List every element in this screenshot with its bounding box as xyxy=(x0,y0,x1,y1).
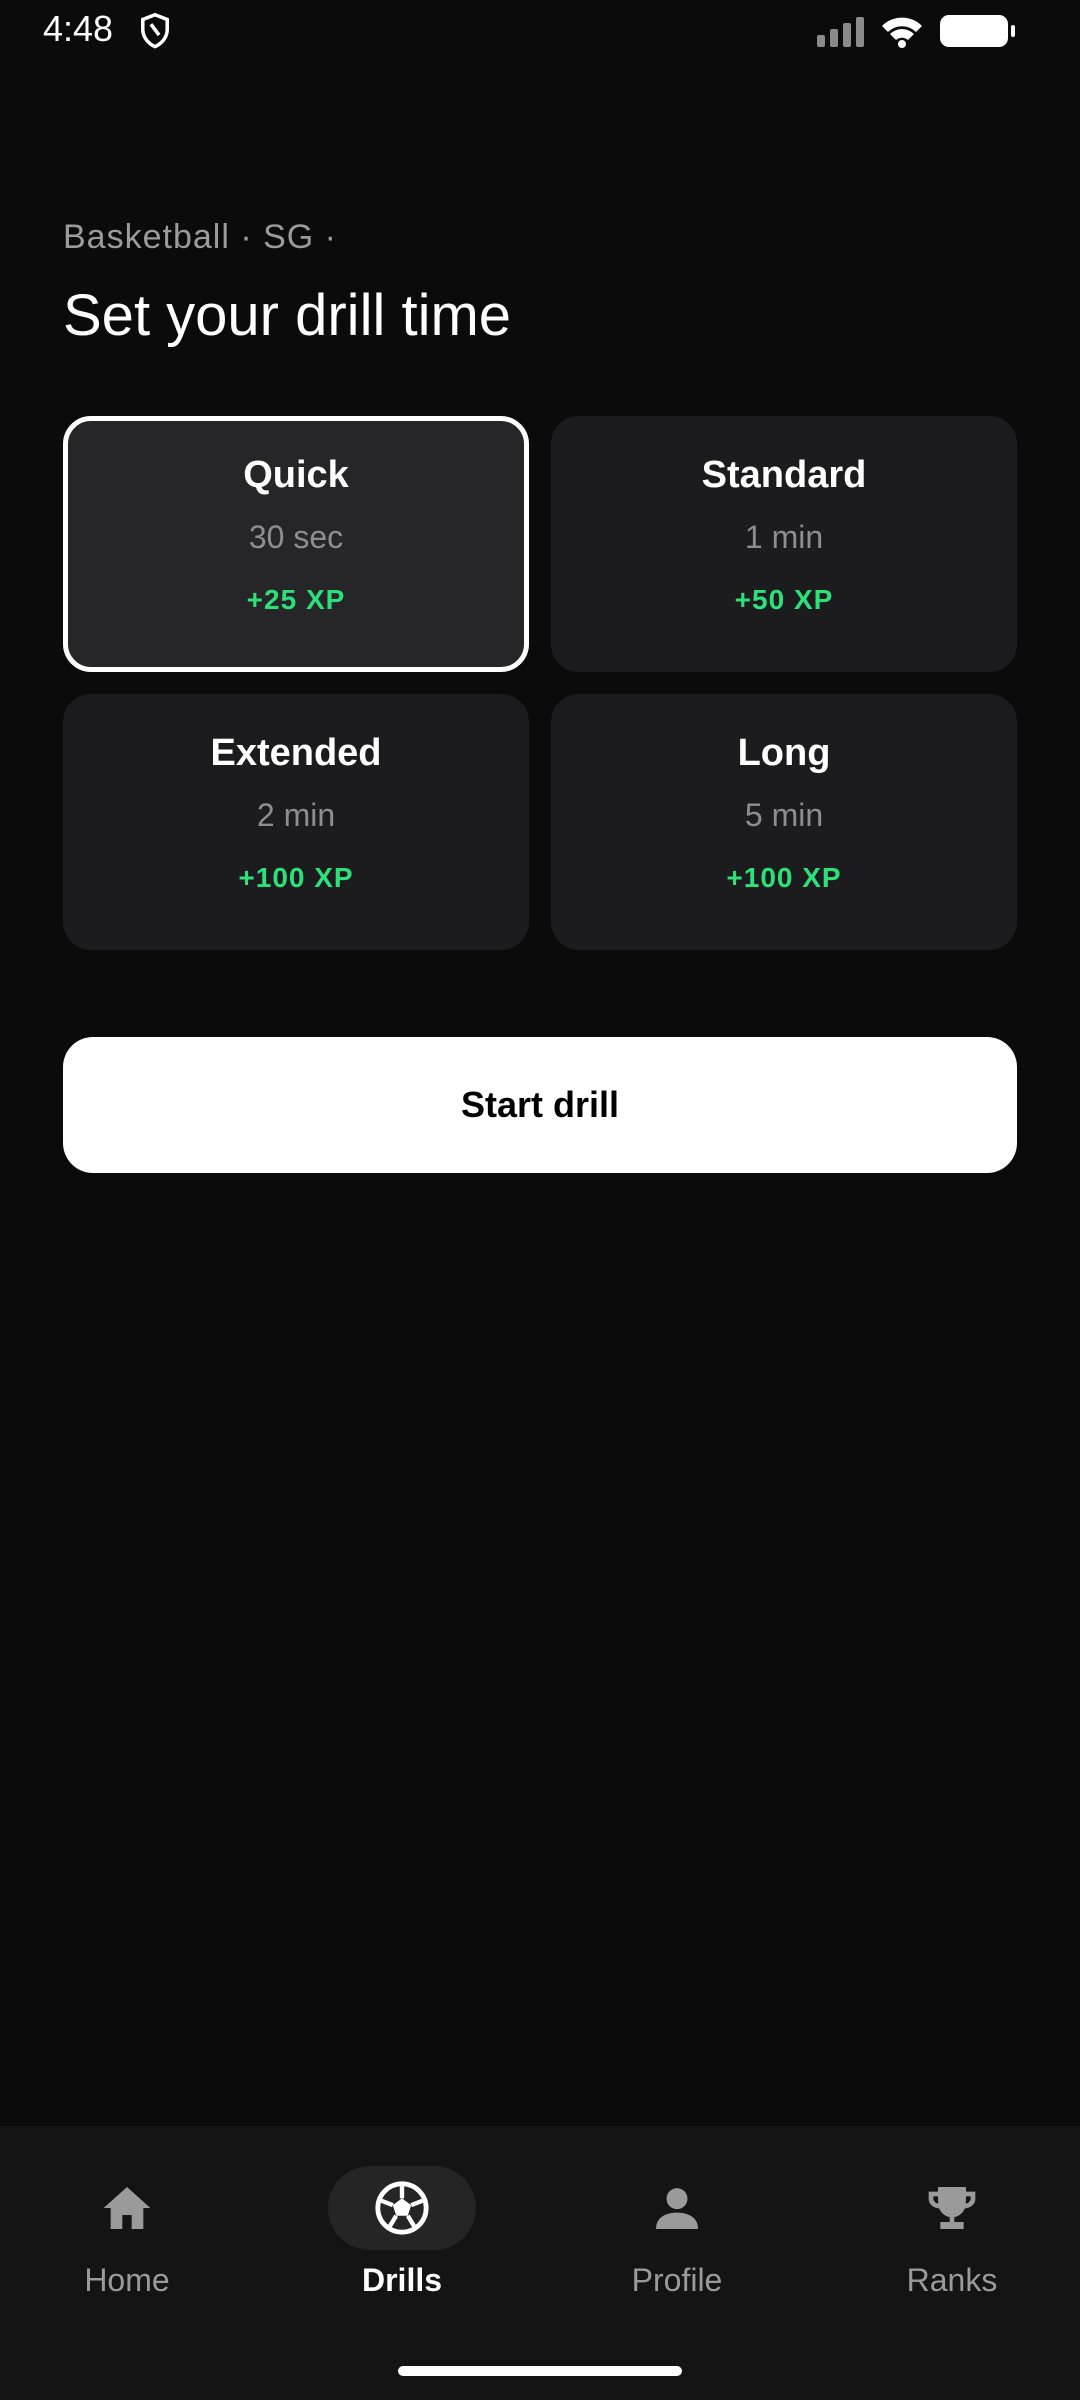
wifi-icon xyxy=(882,17,922,48)
nav-label-home: Home xyxy=(84,2262,170,2298)
sport-position-subtitle: Basketball · SG · xyxy=(63,218,337,256)
status-time: 4:48 xyxy=(43,8,114,49)
option-title: Standard xyxy=(701,454,867,496)
page-title: Set your drill time xyxy=(63,283,512,348)
nav-label-ranks: Ranks xyxy=(906,2262,998,2298)
trophy-icon xyxy=(928,2187,976,2229)
option-extended-card[interactable]: Extended 2 min +100 XP xyxy=(63,694,529,950)
option-xp-reward: +100 XP xyxy=(238,862,354,893)
option-duration: 30 sec xyxy=(248,519,344,555)
bottom-nav: Home Drills Profile Ranks xyxy=(0,2126,1080,2400)
option-standard-card[interactable]: Standard 1 min +50 XP xyxy=(551,416,1017,672)
signal-icon xyxy=(817,15,864,47)
battery-icon xyxy=(940,15,1015,47)
option-xp-reward: +25 XP xyxy=(246,584,346,615)
home-icon xyxy=(103,2187,151,2229)
option-duration: 5 min xyxy=(744,797,824,833)
option-title: Extended xyxy=(210,732,382,774)
option-long-card[interactable]: Long 5 min +100 XP xyxy=(551,694,1017,950)
option-duration: 2 min xyxy=(256,797,336,833)
person-icon xyxy=(656,2188,698,2229)
shield-icon xyxy=(141,12,169,49)
nav-item-profile[interactable]: Profile xyxy=(577,2166,777,2299)
option-title: Long xyxy=(737,732,831,774)
status-bar: 4:48 xyxy=(0,0,1080,64)
nav-item-drills[interactable]: Drills xyxy=(302,2166,502,2299)
nav-item-home[interactable]: Home xyxy=(27,2166,227,2299)
start-drill-button[interactable]: Start drill xyxy=(63,1037,1017,1173)
nav-label-profile: Profile xyxy=(631,2262,723,2298)
nav-label-drills: Drills xyxy=(361,2262,443,2298)
ball-icon xyxy=(375,2181,429,2235)
nav-item-ranks[interactable]: Ranks xyxy=(852,2166,1052,2299)
option-quick-card[interactable]: Quick 30 sec +25 XP xyxy=(63,416,529,672)
option-duration: 1 min xyxy=(744,519,824,555)
duration-options-grid: Quick 30 sec +25 XP Standard 1 min +50 X… xyxy=(63,416,1017,950)
option-xp-reward: +100 XP xyxy=(726,862,842,893)
option-xp-reward: +50 XP xyxy=(734,584,834,615)
home-indicator[interactable] xyxy=(398,2366,682,2376)
option-title: Quick xyxy=(243,454,349,496)
